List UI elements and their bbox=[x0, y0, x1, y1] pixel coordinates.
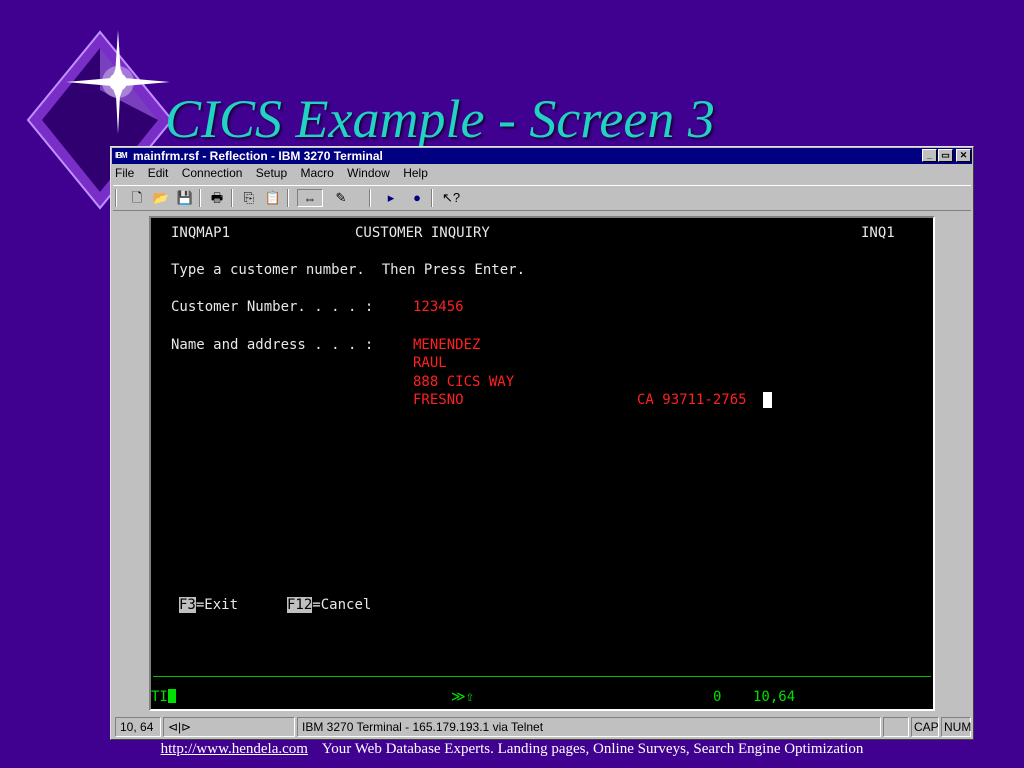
f12-key: F12 bbox=[287, 597, 313, 613]
toolbar-separator bbox=[431, 189, 433, 207]
toolbar-separator bbox=[231, 189, 233, 207]
first-name-field: RAUL bbox=[413, 355, 447, 371]
oia-ti: TI bbox=[151, 689, 168, 705]
restore-button[interactable]: ▭ bbox=[938, 149, 953, 162]
copy-icon[interactable]: ⎘ bbox=[239, 189, 259, 207]
close-button[interactable]: ✕ bbox=[956, 149, 971, 162]
open-icon[interactable]: 📂 bbox=[151, 189, 171, 207]
slide-title: CICS Example - Screen 3 bbox=[165, 89, 715, 149]
new-icon[interactable]: 🗋 bbox=[127, 189, 147, 207]
menu-window[interactable]: Window bbox=[347, 166, 390, 180]
connection-status-icon: ⊲|⊳ bbox=[163, 717, 295, 737]
paste-icon[interactable]: 📋 bbox=[263, 189, 283, 207]
menu-help[interactable]: Help bbox=[403, 166, 428, 180]
street-field: 888 CICS WAY bbox=[413, 374, 515, 390]
play-icon[interactable]: ▸ bbox=[381, 189, 401, 207]
f3-label: =Exit bbox=[195, 597, 239, 613]
reflection-window: IBM mainfrm.rsf - Reflection - IBM 3270 … bbox=[110, 146, 974, 740]
screen-title: CUSTOMER INQUIRY bbox=[355, 225, 490, 241]
menu-connection[interactable]: Connection bbox=[182, 166, 243, 180]
toolbar-separator bbox=[369, 189, 371, 207]
transaction-id: INQ1 bbox=[861, 225, 895, 241]
f12-cancel-key[interactable]: F12=Cancel bbox=[287, 596, 371, 614]
f3-key: F3 bbox=[179, 597, 196, 613]
menu-bar: File Edit Connection Setup Macro Window … bbox=[115, 166, 438, 184]
status-connection: IBM 3270 Terminal - 165.179.193.1 via Te… bbox=[297, 717, 881, 737]
oia-count: 0 bbox=[713, 689, 722, 705]
text-cursor bbox=[763, 392, 772, 408]
footer-text: Your Web Database Experts. Landing pages… bbox=[321, 741, 864, 757]
save-icon[interactable]: 💾 bbox=[175, 189, 195, 207]
city-field: FRESNO bbox=[413, 392, 464, 408]
oia-status-left: TI bbox=[151, 688, 176, 706]
map-name: INQMAP1 bbox=[171, 225, 231, 241]
state-zip-field: CA 93711-2765 bbox=[637, 392, 747, 408]
status-caps: CAP bbox=[911, 717, 939, 737]
oia-cursor-position: 10,64 bbox=[753, 689, 796, 705]
customer-number-label: Customer Number. . . . : bbox=[171, 299, 374, 315]
title-bar[interactable]: IBM mainfrm.rsf - Reflection - IBM 3270 … bbox=[112, 148, 972, 164]
toolbar-separator bbox=[287, 189, 289, 207]
toolbar: 🗋 📂 💾 🖶 ⎘ 📋 ⇔ ✎ ▸ ● ↖? bbox=[113, 185, 971, 211]
window-title: mainfrm.rsf - Reflection - IBM 3270 Term… bbox=[133, 149, 383, 163]
oia-block bbox=[167, 689, 176, 703]
status-blank bbox=[883, 717, 909, 737]
status-bar: 10, 64 ⊲|⊳ IBM 3270 Terminal - 165.179.1… bbox=[113, 717, 971, 737]
menu-edit[interactable]: Edit bbox=[148, 166, 169, 180]
slide-footer: http://www.hendela.com Your Web Database … bbox=[0, 741, 1024, 758]
menu-macro[interactable]: Macro bbox=[300, 166, 333, 180]
minimize-button[interactable]: _ bbox=[922, 149, 937, 162]
footer-link[interactable]: http://www.hendela.com bbox=[161, 741, 308, 757]
menu-setup[interactable]: Setup bbox=[256, 166, 287, 180]
status-cursor-position: 10, 64 bbox=[115, 717, 161, 737]
print-icon[interactable]: 🖶 bbox=[207, 189, 227, 207]
customer-number-field[interactable]: 123456 bbox=[413, 298, 464, 316]
status-num: NUM bbox=[941, 717, 971, 737]
connect-icon[interactable]: ⇔ bbox=[297, 189, 323, 207]
ibm-app-icon: IBM bbox=[115, 151, 128, 160]
terminal-screen[interactable]: INQMAP1 CUSTOMER INQUIRY INQ1 Type a cus… bbox=[149, 216, 935, 711]
record-icon[interactable]: ● bbox=[407, 189, 427, 207]
last-name-field: MENENDEZ bbox=[413, 337, 481, 353]
instructions: Type a customer number. Then Press Enter… bbox=[171, 262, 526, 278]
toolbar-separator bbox=[199, 189, 201, 207]
context-help-icon[interactable]: ↖? bbox=[439, 189, 463, 207]
f12-label: =Cancel bbox=[312, 597, 372, 613]
toolbar-grip bbox=[115, 189, 117, 207]
f3-exit-key[interactable]: F3=Exit bbox=[179, 596, 238, 614]
oia-input-indicator: ≫⇧ bbox=[451, 689, 475, 705]
oia-divider bbox=[153, 676, 931, 677]
macro-icon[interactable]: ✎ bbox=[331, 189, 351, 207]
name-address-label: Name and address . . . : bbox=[171, 337, 374, 353]
menu-file[interactable]: File bbox=[115, 166, 134, 180]
